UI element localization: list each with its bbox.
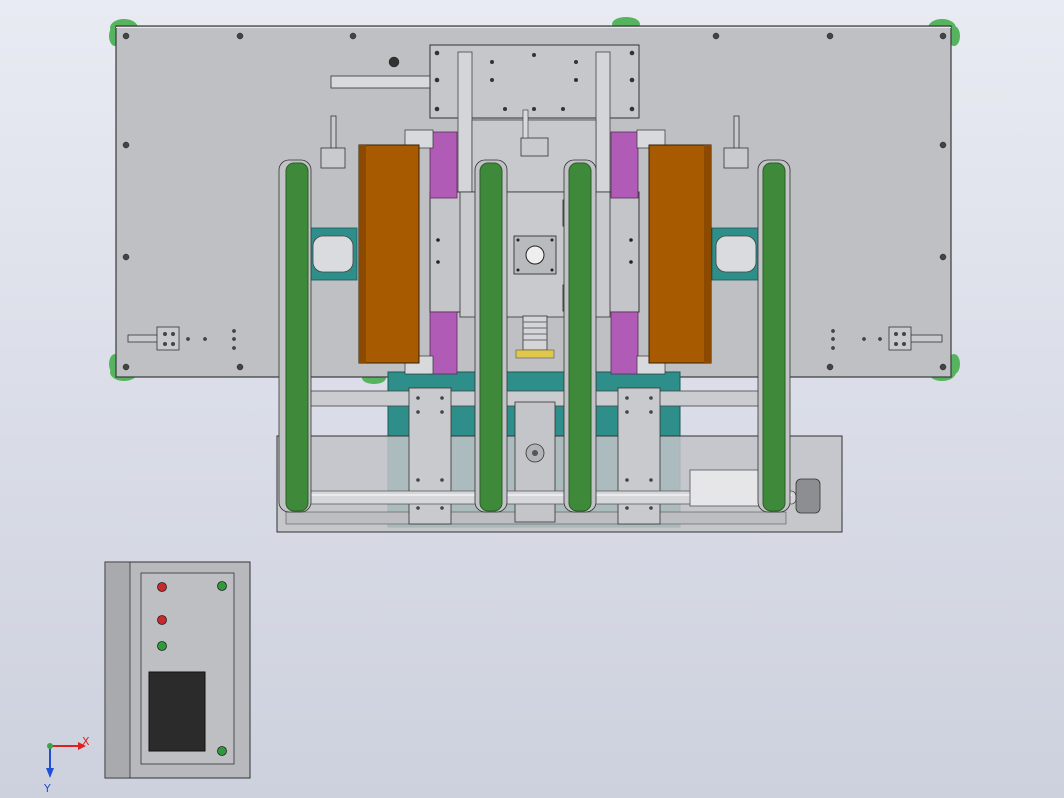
roller-right — [648, 144, 712, 364]
axis-y-label: Y — [43, 782, 51, 795]
belt-outer-right — [757, 159, 791, 513]
hmi-screen — [148, 671, 206, 752]
lamp-red-2 — [157, 615, 167, 625]
lamp-green-top-right — [217, 581, 227, 591]
lamp-green-1 — [157, 641, 167, 651]
cylinder-right — [711, 227, 761, 281]
sensor-mount-center — [520, 137, 549, 157]
lead-screw-coupler — [522, 315, 548, 351]
cad-viewport: X Y — [43, 17, 960, 795]
feed-guide-arm — [330, 75, 432, 89]
belt-outer-left — [278, 159, 312, 513]
lamp-red-1 — [157, 582, 167, 592]
drive-motor — [689, 469, 763, 507]
lower-frame — [276, 371, 843, 533]
belt-inner-left — [474, 159, 508, 513]
central-carriage — [429, 44, 640, 359]
control-box — [104, 561, 251, 779]
cylinder-left — [308, 227, 358, 281]
roller-left — [358, 144, 420, 364]
axis-x-label: X — [82, 735, 90, 748]
handwheel — [795, 478, 821, 514]
lamp-green-bottom-right — [217, 746, 227, 756]
axis-triad: X Y — [43, 735, 90, 795]
belt-inner-right — [563, 159, 597, 513]
